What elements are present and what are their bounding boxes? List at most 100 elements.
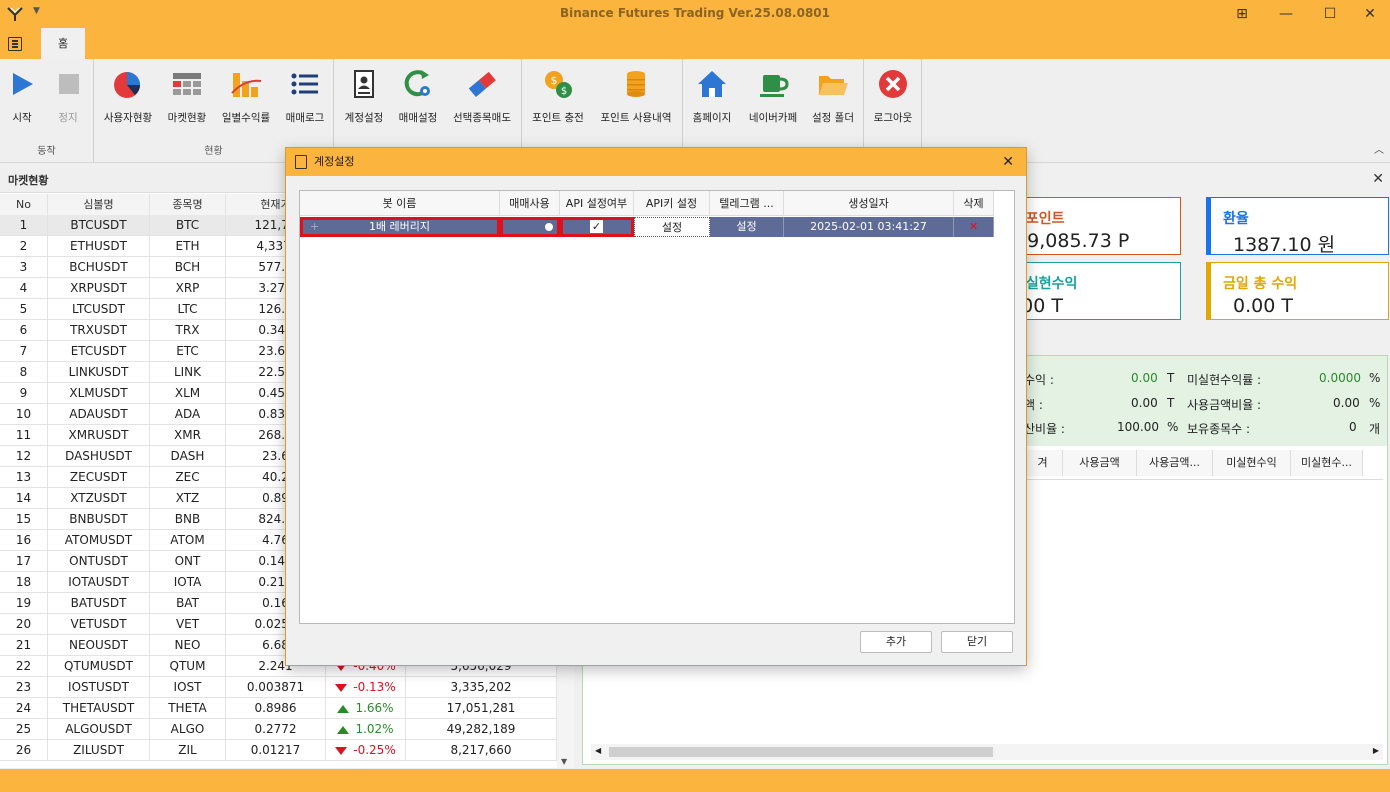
table-cell: ETC: [150, 341, 226, 362]
table-cell: BTCUSDT: [48, 215, 150, 236]
point-history-button[interactable]: 포인트 사용내역: [594, 63, 678, 125]
table-cell: 8: [0, 362, 48, 383]
table-cell: 0.003871: [226, 677, 326, 698]
coin-stack-icon: [627, 71, 645, 97]
table-cell: ONT: [150, 551, 226, 572]
stop-button[interactable]: 정지: [48, 63, 88, 125]
account-settings-button[interactable]: 계정설정: [340, 63, 388, 125]
table-cell: 25: [0, 719, 48, 740]
table-cell: 12: [0, 446, 48, 467]
scroll-left-icon[interactable]: ◀: [595, 746, 601, 755]
table-cell: 13: [0, 467, 48, 488]
api-set-checkbox[interactable]: ✓: [590, 220, 603, 233]
api-set-checkbox-cell[interactable]: ✓: [560, 217, 634, 237]
point-charge-button[interactable]: $ $ 포인트 충전: [528, 63, 588, 125]
stat-unit: %: [1369, 396, 1381, 410]
folder-open-icon: [819, 76, 848, 95]
table-cell: 14: [0, 488, 48, 509]
dialog-title: 계정설정: [314, 155, 355, 168]
horizontal-scrollbar[interactable]: ◀ ▶: [591, 744, 1383, 760]
settings-folder-button[interactable]: 설정 폴더: [807, 63, 859, 125]
column-header-created[interactable]: 생성일자: [784, 191, 954, 216]
table-row[interactable]: 24 THETAUSDT THETA 0.8986 1.66% 17,051,281: [0, 698, 557, 719]
home-icon: [698, 71, 726, 97]
svg-text:$: $: [561, 86, 567, 97]
scroll-thumb[interactable]: [609, 747, 993, 757]
daily-return-button[interactable]: 일별수익률: [218, 63, 274, 125]
volume-cell: 3,335,202: [406, 677, 557, 698]
close-window-button[interactable]: ✕: [1350, 2, 1390, 26]
table-cell: ADA: [150, 404, 226, 425]
change-cell: 1.02%: [326, 719, 406, 740]
svg-text:$: $: [551, 74, 558, 87]
scroll-down-icon[interactable]: ▼: [561, 757, 567, 766]
table-row[interactable]: 26 ZILUSDT ZIL 0.01217 -0.25% 8,217,660: [0, 740, 557, 761]
scroll-right-icon[interactable]: ▶: [1373, 746, 1379, 755]
sell-selected-button[interactable]: 선택종목매도: [448, 63, 516, 125]
user-status-button[interactable]: 사용자현황: [100, 63, 156, 125]
column-header-telegram[interactable]: 텔레그램 ...: [710, 191, 784, 216]
column-header[interactable]: 종목명: [150, 194, 226, 215]
card-title: 환율: [1223, 211, 1249, 227]
dialog-close-button[interactable]: ✕: [1002, 148, 1014, 176]
column-header-delete[interactable]: 삭제: [954, 191, 994, 216]
arrow-up-icon: [337, 725, 350, 734]
minimize-button[interactable]: —: [1266, 2, 1306, 26]
table-cell: XRPUSDT: [48, 278, 150, 299]
add-button[interactable]: 추가: [860, 631, 932, 653]
today-profit-card: 금일 총 수익 0.00 T: [1206, 262, 1389, 320]
change-value: -0.13%: [353, 680, 396, 694]
stat-value: 0.00: [1131, 371, 1158, 385]
column-header-trade-use[interactable]: 매매사용: [500, 191, 560, 216]
maximize-button[interactable]: ☐: [1310, 2, 1350, 26]
table-cell: XLM: [150, 383, 226, 404]
table-row[interactable]: 23 IOSTUSDT IOST 0.003871 -0.13% 3,335,202: [0, 677, 557, 698]
start-button[interactable]: 시작: [4, 63, 40, 125]
table-cell: IOST: [150, 677, 226, 698]
expand-icon[interactable]: +: [310, 217, 319, 237]
logout-button[interactable]: 로그아웃: [868, 63, 918, 125]
column-header-api-set[interactable]: API 설정여부: [560, 191, 634, 216]
trade-log-button[interactable]: 매매로그: [280, 63, 330, 125]
column-header[interactable]: 사용금액...: [1137, 450, 1213, 476]
table-cell: ADAUSDT: [48, 404, 150, 425]
ribbon-collapse-icon[interactable]: ︿: [1374, 141, 1384, 156]
column-header[interactable]: 미실현수익: [1213, 450, 1291, 476]
table-cell: ATOM: [150, 530, 226, 551]
stat-value: 0.00: [1131, 396, 1158, 410]
card-title: 금일 총 수익: [1223, 276, 1298, 292]
table-cell: 18: [0, 572, 48, 593]
table-cell: 2: [0, 236, 48, 257]
naver-cafe-button[interactable]: 네이버카페: [743, 63, 803, 125]
column-header-api-key[interactable]: API키 설정: [634, 191, 710, 216]
refresh-gear-icon: [404, 70, 430, 97]
column-header[interactable]: 미실현수...: [1291, 450, 1363, 476]
api-key-setting-button[interactable]: 설정: [634, 217, 710, 237]
table-cell: ZEC: [150, 467, 226, 488]
restore-button[interactable]: ⊞: [1222, 2, 1262, 26]
delete-row-button[interactable]: ✕: [954, 217, 994, 237]
column-header[interactable]: No: [0, 194, 48, 215]
column-header[interactable]: 사용금액: [1063, 450, 1137, 476]
table-cell: ETHUSDT: [48, 236, 150, 257]
table-row[interactable]: 25 ALGOUSDT ALGO 0.2772 1.02% 49,282,189: [0, 719, 557, 740]
app-window: ▼ Binance Futures Trading Ver.25.08.0801…: [0, 0, 1390, 792]
homepage-button[interactable]: 홈페이지: [687, 63, 737, 125]
app-menu-icon[interactable]: [8, 37, 22, 51]
tab-home[interactable]: 홈: [41, 28, 85, 59]
panel-close-icon[interactable]: ✕: [1372, 171, 1384, 187]
trade-use-toggle[interactable]: [500, 217, 560, 237]
column-header[interactable]: 심볼명: [48, 194, 150, 215]
column-header-bot-name[interactable]: 봇 이름: [300, 191, 500, 216]
volume-cell: 49,282,189: [406, 719, 557, 740]
bot-name-cell[interactable]: + 1배 레버리지: [300, 217, 500, 237]
trade-settings-button[interactable]: 매매설정: [394, 63, 442, 125]
table-cell: BCH: [150, 257, 226, 278]
points-card: 여포인트 569,085.73 P: [1000, 197, 1181, 255]
market-status-button[interactable]: 마켓현황: [162, 63, 212, 125]
table-cell: 3: [0, 257, 48, 278]
telegram-setting-button[interactable]: 설정: [710, 217, 784, 237]
stat-unit: T: [1167, 371, 1175, 385]
dialog-close-bottom-button[interactable]: 닫기: [941, 631, 1013, 653]
column-header[interactable]: 겨: [1023, 450, 1063, 476]
